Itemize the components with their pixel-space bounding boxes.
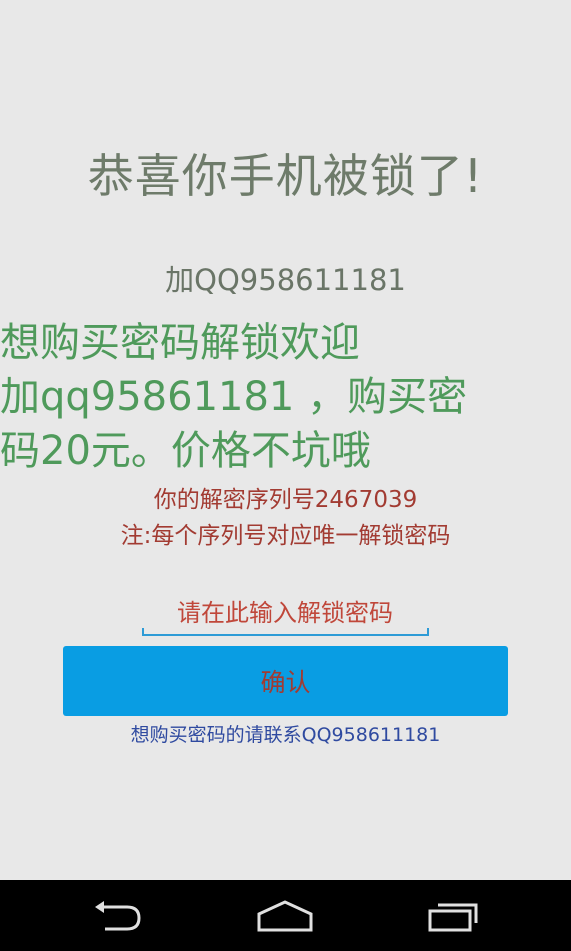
recent-apps-button[interactable] [399, 880, 509, 951]
unlock-password-input[interactable] [143, 592, 427, 636]
recent-apps-icon [428, 903, 478, 931]
page-title: 恭喜你手机被锁了! [87, 149, 484, 203]
system-navigation-bar [0, 880, 571, 951]
promo-line-3: 码20元。价格不坑哦 [0, 428, 371, 474]
serial-number-text: 你的解密序列号2467039 [153, 487, 418, 513]
back-button[interactable] [63, 880, 173, 951]
home-icon [257, 899, 313, 931]
purchase-contact-text: 想购买密码的请联系QQ958611181 [130, 724, 441, 746]
confirm-button[interactable]: 确认 [63, 646, 508, 716]
input-underline-left-edge [142, 628, 144, 636]
promo-line-2: 加qq95861181 ，购买密 [0, 374, 468, 420]
promo-text: 想购买密码解锁欢迎 加qq95861181 ，购买密 码20元。价格不坑哦 [0, 316, 571, 478]
home-button[interactable] [230, 880, 340, 951]
qq-contact-line: 加QQ958611181 [165, 263, 406, 297]
input-underline-right-edge [427, 628, 429, 636]
lock-screen: 恭喜你手机被锁了! 加QQ958611181 想购买密码解锁欢迎 加qq9586… [0, 0, 571, 951]
back-icon [95, 900, 141, 930]
serial-note-text: 注:每个序列号对应唯一解锁密码 [120, 523, 451, 549]
promo-line-1: 想购买密码解锁欢迎 [0, 320, 360, 366]
